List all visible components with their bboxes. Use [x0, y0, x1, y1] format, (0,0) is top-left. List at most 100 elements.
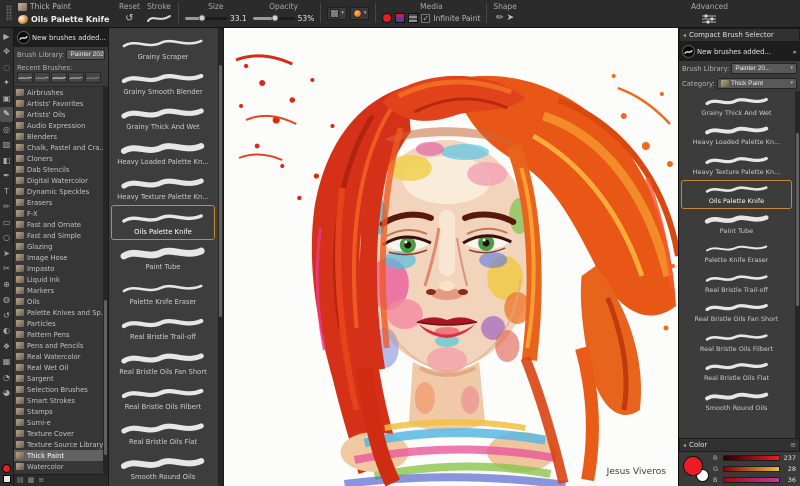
brush-category-item[interactable]: Sumi-e [14, 417, 103, 428]
eraser-tool[interactable]: ▨ [0, 138, 13, 154]
infinite-paint-checkbox[interactable]: ✓ [421, 13, 431, 23]
transform-tool[interactable]: ▶ [0, 29, 13, 45]
brush-category-item[interactable]: Real Wet Oil [14, 362, 103, 373]
recent-brush-icon[interactable] [68, 72, 84, 83]
scrollbar-thumb[interactable] [104, 299, 107, 455]
perspective-grid-tool[interactable]: ▦ [0, 355, 13, 371]
brush-category-item[interactable]: Palette Knives and Sp... [14, 307, 103, 318]
channel-value[interactable]: 237 [783, 454, 796, 462]
magnifier-tool[interactable]: ◍ [0, 293, 13, 309]
brush-variant-item[interactable]: Real Bristle Trail-off [111, 310, 215, 345]
brush-category-item[interactable]: Pens and Pencils [14, 340, 103, 351]
brush-variant-item[interactable]: Real Bristle Oils Flat [681, 357, 792, 387]
brush-category-item[interactable]: Cloners [14, 153, 103, 164]
dropper-tool[interactable]: ✒ [0, 169, 13, 185]
media-pattern-swatch[interactable] [408, 13, 419, 23]
category-scrollbar[interactable] [103, 87, 108, 474]
brush-category-item[interactable]: Digital Watercolor [14, 175, 103, 186]
brush-variant-item[interactable]: Heavy Texture Palette Kn... [681, 150, 792, 180]
brush-category-item[interactable]: Blenders [14, 131, 103, 142]
rp-scrollbar[interactable] [795, 91, 800, 438]
brush-variant-item[interactable]: Heavy Texture Palette Kn... [111, 170, 215, 205]
brush-variant-label[interactable]: Oils Palette Knife [31, 15, 109, 24]
collapse-arrow-icon[interactable]: ◂ [683, 32, 686, 39]
panel-menu-icon[interactable]: ≡ [38, 476, 44, 485]
brush-category-item[interactable]: Liquid Ink [14, 274, 103, 285]
brush-category-item[interactable]: Artists' Favorites [14, 98, 103, 109]
brush-variant-item[interactable]: Real Bristle Oils Fan Short [111, 345, 215, 380]
text-tool[interactable]: T [0, 184, 13, 200]
channel-value[interactable]: 28 [783, 465, 796, 473]
brush-category-item[interactable]: F-X [14, 208, 103, 219]
scrollbar-thumb[interactable] [796, 132, 799, 307]
paper-selector[interactable]: ▾ [327, 6, 347, 20]
brush-category-item[interactable]: Markers [14, 285, 103, 296]
cloner-tool[interactable]: ◎ [0, 122, 13, 138]
brush-category-item[interactable]: Impasto [14, 263, 103, 274]
flow-map-selector[interactable]: ▾ [349, 6, 370, 20]
stroke-preview-icon[interactable] [146, 12, 172, 24]
brush-category-item[interactable]: Airbrushes [14, 87, 103, 98]
brush-variant-item[interactable]: Paint Tube [111, 240, 215, 275]
brush-variant-item[interactable]: Grainy Thick And Wet [111, 100, 215, 135]
brush-category-item[interactable]: Selection Brushes [14, 384, 103, 395]
brush-variant-item[interactable]: Grainy Scraper [111, 30, 215, 65]
brush-category-item[interactable]: Dab Stencils [14, 164, 103, 175]
rotate-page-tool[interactable]: ↺ [0, 308, 13, 324]
grid-view-icon[interactable]: ▦ [28, 476, 35, 485]
brush-category-item[interactable]: Artists' Oils [14, 109, 103, 120]
brush-category-item[interactable]: Erasers [14, 197, 103, 208]
brush-category-item[interactable]: Audio Expression [14, 120, 103, 131]
brush-category-item[interactable]: Texture Source Library [14, 439, 103, 450]
crop-tool[interactable]: ▣ [0, 91, 13, 107]
lasso-tool[interactable]: ◌ [0, 60, 13, 76]
brush-library-dropdown[interactable]: Painter 2020 Brushes ▾ [66, 49, 105, 60]
new-brushes-banner[interactable]: New brushes added... ▸ [14, 28, 108, 47]
brush-variant-item[interactable]: Grainy Smooth Blender [111, 65, 215, 100]
dodge-tool[interactable]: ◔ [0, 370, 13, 386]
brush-variant-item[interactable]: Real Bristle Oils Flat [111, 415, 215, 450]
brush-variant-item[interactable]: Real Bristle Oils Fan Short [681, 298, 792, 328]
collapse-arrow-icon[interactable]: ◂ [683, 442, 686, 449]
recent-brush-icon[interactable] [34, 72, 50, 83]
brush-category-item[interactable]: Pattern Pens [14, 329, 103, 340]
oval-shape-tool[interactable]: ○ [0, 231, 13, 247]
media-gradient-swatch[interactable] [395, 13, 406, 23]
panel-grip-icon[interactable] [6, 5, 12, 21]
brush-variant-item[interactable]: Paint Tube [681, 209, 792, 239]
hand-tool[interactable]: ⊕ [0, 277, 13, 293]
brush-variant-item[interactable]: Oils Palette Knife [681, 179, 792, 209]
brush-variant-item[interactable]: Smooth Round Oils [681, 386, 792, 416]
channel-value[interactable]: 36 [783, 476, 796, 484]
banner-arrow-icon[interactable]: ▸ [793, 48, 797, 56]
brush-category-item[interactable]: Oils [14, 296, 103, 307]
brush-variant-item[interactable]: Oils Palette Knife [111, 205, 215, 240]
brush-category-item[interactable]: Real Watercolor [14, 351, 103, 362]
size-value[interactable]: 33.1 [230, 14, 247, 23]
burn-tool[interactable]: ◕ [0, 386, 13, 402]
main-color-swatch[interactable] [2, 464, 11, 473]
color-panel-header[interactable]: ◂ Color ≡ [679, 438, 800, 452]
brush-variant-item[interactable]: Palette Knife Eraser [111, 275, 215, 310]
reset-button[interactable]: ↺ [125, 13, 133, 24]
brush-variant-item[interactable]: Real Bristle Oils Filbert [111, 380, 215, 415]
rp-category-dropdown[interactable]: Thick Paint ▾ [716, 78, 797, 89]
brush-variant-item[interactable]: Grainy Thick And Wet [681, 91, 792, 121]
pen-tool[interactable]: ✏ [0, 200, 13, 216]
list-view-icon[interactable]: ▤ [17, 476, 24, 485]
scrollbar-thumb[interactable] [219, 64, 222, 317]
brush-category-item[interactable]: Smart Strokes [14, 395, 103, 406]
paint-bucket-tool[interactable]: ◧ [0, 153, 13, 169]
shape-pen-icon[interactable]: ✏ [496, 13, 504, 24]
compact-brush-selector-header[interactable]: ◂ Compact Brush Selector [679, 28, 800, 42]
brush-variant-item[interactable]: Palette Knife Eraser [681, 239, 792, 269]
shape-select-icon[interactable]: ➤ [507, 13, 515, 24]
brush-category-item[interactable]: Image Hose [14, 252, 103, 263]
opacity-value[interactable]: 53% [298, 14, 315, 23]
brush-category-item[interactable]: Watercolor [14, 461, 103, 472]
canvas[interactable]: Jesus Viveros [224, 28, 678, 486]
kaleidoscope-tool[interactable]: ❖ [0, 339, 13, 355]
recent-brush-icon[interactable] [51, 72, 67, 83]
layer-adjuster-tool[interactable]: ✥ [0, 45, 13, 61]
brush-tool[interactable]: ✎ [0, 106, 13, 122]
